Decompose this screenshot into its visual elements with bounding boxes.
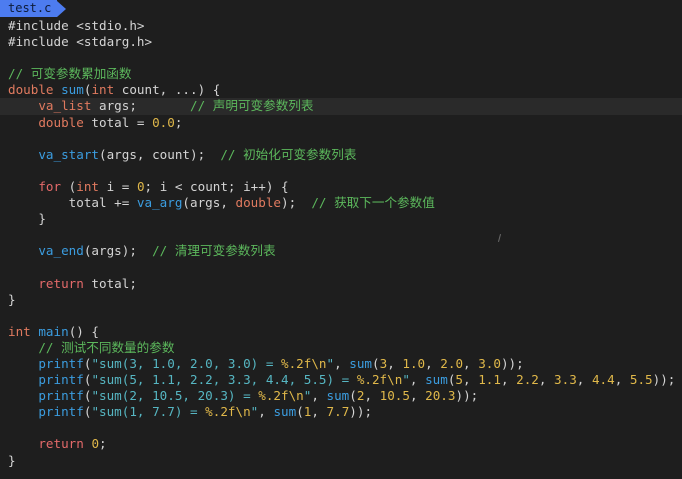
code-line: #include <stdio.h> bbox=[8, 18, 145, 33]
code-area[interactable]: #include <stdio.h> #include <stdarg.h> /… bbox=[0, 18, 682, 469]
tab-arrow-icon bbox=[57, 0, 67, 17]
code-line: // 测试不同数量的参数 bbox=[38, 339, 175, 355]
file-tab-label: test.c bbox=[0, 0, 58, 17]
code-line: va_end(args); // 清理可变参数列表 bbox=[38, 243, 276, 259]
code-line: } bbox=[8, 291, 16, 307]
code-line: // 可变参数累加函数 bbox=[8, 66, 132, 82]
code-line: int main() { bbox=[8, 323, 100, 339]
code-line: for (int i = 0; i < count; i++) { bbox=[38, 178, 289, 194]
code-line: printf("sum(3, 1.0, 2.0, 3.0) = %.2f\n",… bbox=[38, 355, 524, 371]
code-line: } bbox=[8, 211, 46, 227]
code-line: printf("sum(1, 7.7) = %.2f\n", sum(1, 7.… bbox=[38, 404, 373, 420]
code-editor[interactable]: test.c #include <stdio.h> #include <stda… bbox=[0, 0, 682, 479]
code-line: printf("sum(5, 1.1, 2.2, 3.3, 4.4, 5.5) … bbox=[38, 372, 676, 388]
code-line: va_start(args, count); // 初始化可变参数列表 bbox=[38, 146, 357, 162]
current-line: va_list args; // 声明可变参数列表 bbox=[0, 98, 682, 115]
code-line: printf("sum(2, 10.5, 20.3) = %.2f\n", su… bbox=[38, 388, 479, 404]
file-tab[interactable]: test.c bbox=[0, 0, 67, 17]
code-line: double total = 0.0; bbox=[38, 114, 183, 130]
code-line: } bbox=[8, 452, 16, 468]
code-line: return 0; bbox=[38, 436, 107, 452]
code-line: #include <stdarg.h> bbox=[8, 34, 153, 50]
code-line: double sum(int count, ...) { bbox=[8, 82, 221, 98]
code-line: return total; bbox=[38, 275, 137, 291]
code-line: total += va_arg(args, double); // 获取下一个参… bbox=[8, 195, 435, 211]
